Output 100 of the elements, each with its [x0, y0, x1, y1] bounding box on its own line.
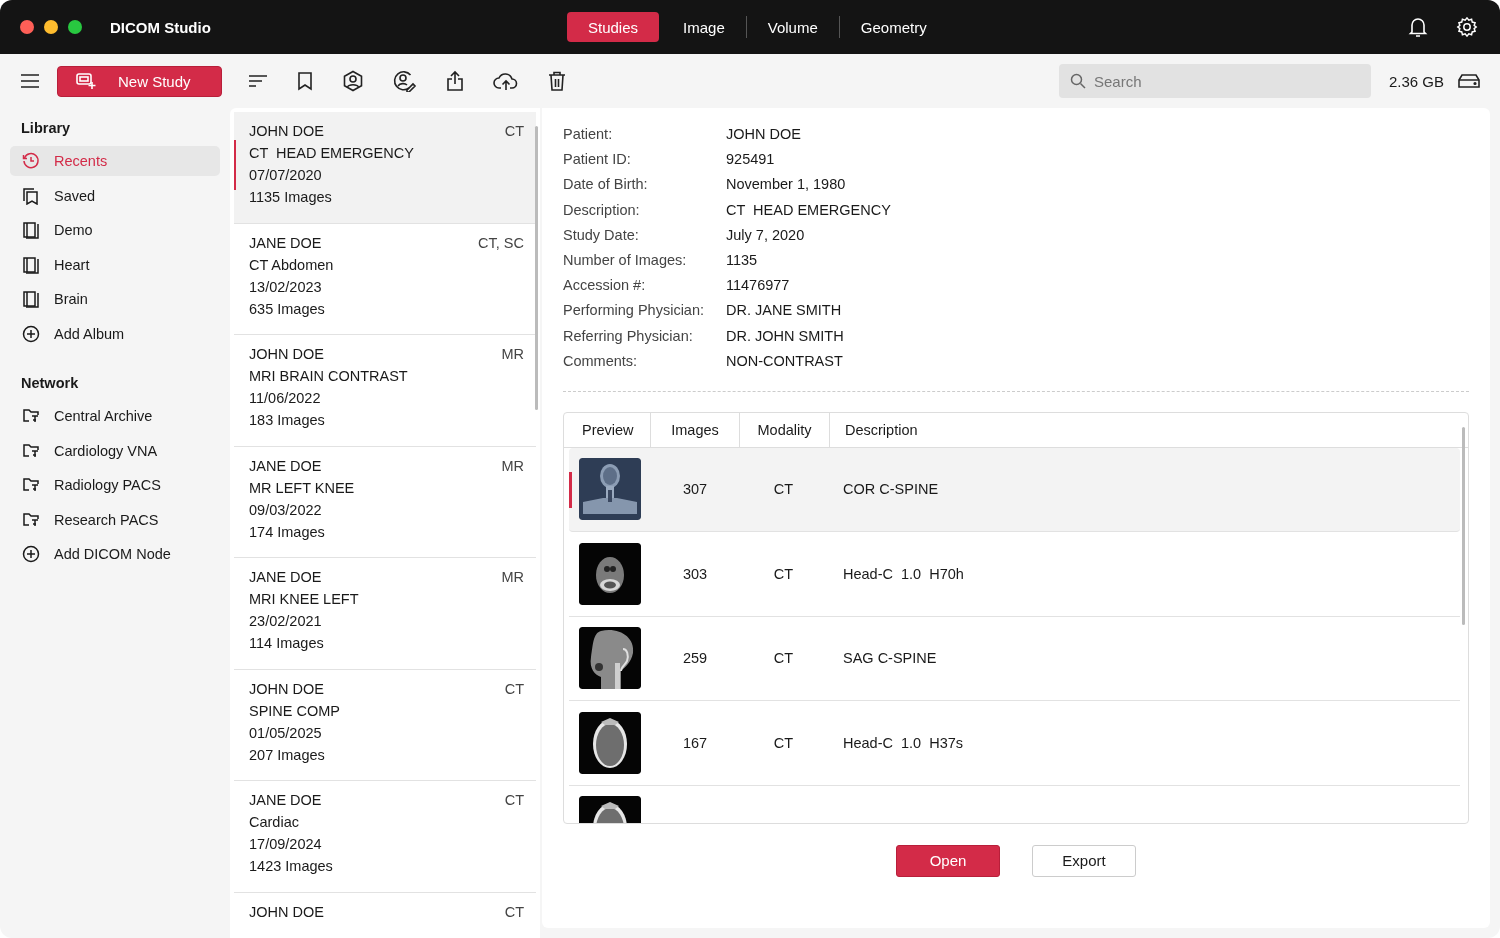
- patient-name: JANE DOE: [249, 569, 322, 585]
- menu-icon[interactable]: [20, 73, 40, 89]
- minimize-button[interactable]: [44, 20, 58, 34]
- study-modality: MR: [501, 346, 524, 362]
- bell-icon[interactable]: [1408, 16, 1428, 38]
- sidebar-item[interactable]: Recents: [10, 146, 220, 176]
- study-date: 09/03/2022: [249, 501, 323, 518]
- study-description: Cardiac: [249, 814, 300, 830]
- sidebar-item[interactable]: Cardiology VNA: [10, 435, 220, 466]
- field-label: Referring Physician:: [563, 327, 694, 344]
- table-cell-text: 307: [681, 481, 709, 498]
- study-description: MR LEFT KNEE: [249, 479, 356, 496]
- field-value: DR. JANE SMITH: [726, 302, 843, 319]
- table-cell-text: Head-C 1.0 H37s: [842, 734, 964, 751]
- edit-user-icon[interactable]: [393, 70, 417, 92]
- trash-icon[interactable]: [548, 71, 566, 91]
- series-row[interactable]: 259 CT SAG C-SPINE: [569, 616, 1460, 702]
- sidebar-item[interactable]: Demo: [10, 215, 220, 245]
- study-item[interactable]: JANE DOE MR MR LEFT KNEE 09/03/2022 174 Images: [234, 446, 536, 558]
- network-folder-icon: [22, 510, 40, 529]
- scrollbar[interactable]: [535, 126, 538, 410]
- patient-name: JOHN DOE: [249, 903, 324, 920]
- bookmark-icon[interactable]: [297, 71, 313, 91]
- patient-name: JOHN DOE: [249, 680, 324, 697]
- user-badge-icon[interactable]: [342, 70, 364, 92]
- field-value: DR. JOHN SMITH: [726, 327, 845, 344]
- sidebar-item[interactable]: Add Album: [10, 318, 220, 349]
- mode-tab[interactable]: Image: [671, 12, 737, 42]
- column-header[interactable]: Images: [651, 412, 740, 447]
- patient-name: JOHN DOE: [249, 346, 324, 362]
- image-count: 635 Images: [249, 300, 326, 317]
- table-cell-text: CT: [772, 734, 795, 751]
- field-value: 11476977: [726, 277, 791, 294]
- mode-tab[interactable]: Volume: [755, 12, 830, 42]
- mode-tab[interactable]: Studies: [567, 12, 660, 42]
- table-cell-text: CT: [772, 565, 795, 582]
- add-screen-icon: [76, 72, 96, 90]
- study-description: CT HEAD EMERGENCY: [249, 145, 415, 161]
- table-cell-text: 167: [681, 734, 709, 751]
- column-header[interactable]: Modality: [740, 412, 830, 447]
- study-description: SPINE COMP: [249, 702, 342, 719]
- sort-icon[interactable]: [248, 73, 268, 89]
- study-item[interactable]: JOHN DOE CT: [234, 892, 536, 938]
- series-row[interactable]: 307 CT COR C-SPINE: [569, 447, 1460, 533]
- study-description: MRI BRAIN CONTRAST: [249, 368, 409, 384]
- study-item[interactable]: JANE DOE CT Cardiac 17/09/2024 1423 Images: [234, 781, 536, 893]
- settings-icon[interactable]: [1456, 16, 1478, 38]
- history-icon: [22, 152, 40, 170]
- field-label: Accession #:: [563, 277, 647, 294]
- column-header[interactable]: Preview: [564, 412, 651, 447]
- book-icon: [22, 221, 40, 239]
- study-date: 01/05/2025: [249, 724, 323, 741]
- search-field[interactable]: Search: [1058, 64, 1371, 98]
- section-heading: Network: [20, 374, 80, 393]
- series-row[interactable]: 167 CT Head-C 1.0 H37s: [569, 701, 1460, 786]
- study-item[interactable]: JOHN DOE CT CT HEAD EMERGENCY 07/07/2020 1135 Images: [234, 112, 536, 224]
- book-icon: [22, 290, 40, 308]
- sidebar-item[interactable]: Heart: [10, 249, 220, 280]
- network-folder-icon: [22, 441, 40, 460]
- field-label: Patient ID:: [563, 151, 632, 168]
- image-count: 1423 Images: [249, 858, 334, 874]
- sidebar-item[interactable]: Add DICOM Node: [10, 539, 220, 569]
- field-value: JOHN DOE: [726, 126, 802, 142]
- table-cell-text: SAG C-SPINE: [842, 650, 937, 667]
- close-button[interactable]: [20, 20, 34, 34]
- study-modality: CT: [504, 680, 524, 697]
- share-icon[interactable]: [446, 70, 464, 92]
- field-label: Description:: [563, 201, 641, 218]
- patient-name: JANE DOE: [249, 234, 322, 251]
- image-count: 174 Images: [249, 523, 326, 540]
- field-label: Patient:: [563, 126, 614, 142]
- scrollbar[interactable]: [1462, 426, 1465, 625]
- image-count: 183 Images: [249, 412, 326, 428]
- section-heading: Library: [20, 119, 72, 138]
- add-icon: [22, 324, 40, 343]
- sidebar-item[interactable]: Central Archive: [10, 401, 220, 431]
- drive-icon[interactable]: [1458, 73, 1480, 89]
- zoom-button[interactable]: [68, 20, 82, 34]
- open-button[interactable]: Open: [896, 844, 1000, 877]
- study-item[interactable]: JOHN DOE CT SPINE COMP 01/05/2025 207 Images: [234, 669, 536, 781]
- bookmarks-icon: [22, 186, 40, 205]
- sidebar-item[interactable]: Saved: [10, 180, 220, 211]
- study-item[interactable]: JANE DOE MR MRI KNEE LEFT 23/02/2021 114 Images: [234, 558, 536, 670]
- table-cell-text: COR C-SPINE: [842, 481, 939, 498]
- cloud-upload-icon[interactable]: [493, 71, 519, 91]
- image-count: 1135 Images: [249, 189, 333, 205]
- sidebar-item[interactable]: Brain: [10, 284, 220, 314]
- search-icon: [1069, 73, 1086, 89]
- column-header[interactable]: Description: [830, 412, 918, 447]
- study-date: 07/07/2020: [249, 167, 323, 183]
- sidebar-item[interactable]: Research PACS: [10, 504, 220, 535]
- mode-tab[interactable]: Geometry: [848, 12, 939, 42]
- patient-name: JANE DOE: [249, 792, 322, 808]
- table-cell-text: CT: [772, 650, 795, 667]
- series-row[interactable]: 303 CT Head-C 1.0 H70h: [569, 532, 1460, 617]
- field-label: Performing Physician:: [563, 302, 706, 319]
- field-label: Study Date:: [563, 226, 640, 243]
- export-button[interactable]: Export: [1032, 844, 1136, 877]
- sidebar-item[interactable]: Radiology PACS: [10, 470, 220, 500]
- new-study-button[interactable]: New Study: [57, 65, 222, 97]
